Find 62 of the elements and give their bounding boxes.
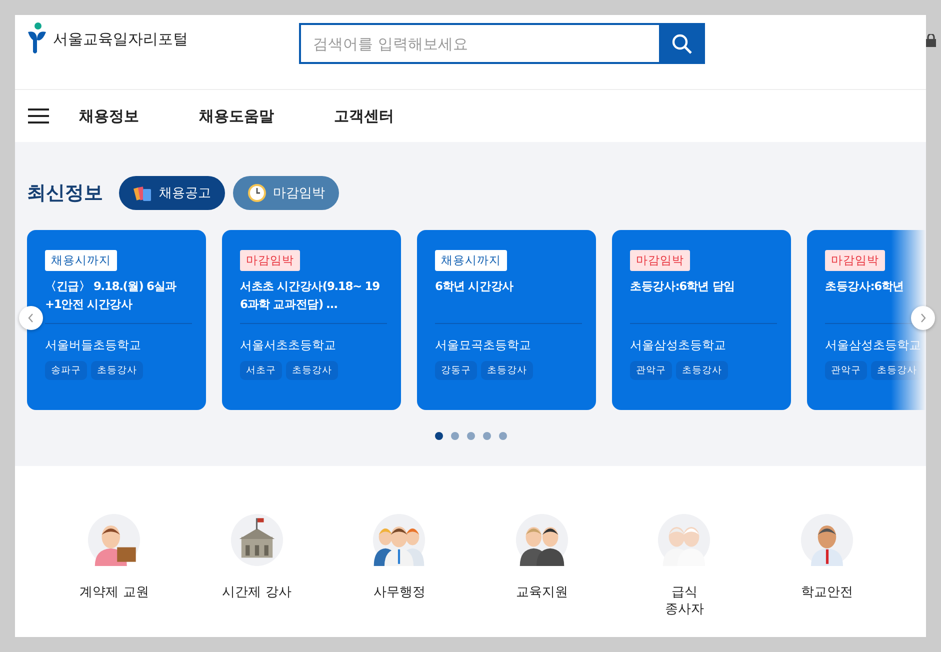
- nav-item[interactable]: 고객센터: [334, 106, 394, 126]
- job-card[interactable]: 마감임박 초등강사:6학년 담임 서울삼성초등학교 관악구 초등강사: [612, 230, 791, 410]
- pagination-dot[interactable]: [466, 432, 474, 440]
- job-title: 6학년 시간강사: [435, 278, 514, 295]
- tag: 송파구: [45, 361, 87, 380]
- status-badge: 마감임박: [240, 250, 300, 271]
- people-icon: [516, 514, 568, 566]
- tag: 강동구: [435, 361, 477, 380]
- category-link[interactable]: 계약제 교원: [80, 584, 149, 601]
- menu-icon[interactable]: [28, 108, 49, 124]
- nav-item[interactable]: 채용정보: [79, 106, 139, 126]
- tag: 초등강사: [286, 361, 338, 380]
- cooks-icon: [658, 514, 710, 566]
- job-title: 서초초 시간강사(9.18~ 19 6과학 교과전담) …: [240, 278, 380, 313]
- logo-text[interactable]: 서울교육일자리포털: [53, 30, 188, 48]
- category-link[interactable]: 교육지원: [516, 584, 568, 601]
- status-badge: 마감임박: [630, 250, 690, 271]
- tab[interactable]: 마감임박: [233, 176, 339, 210]
- tag: 초등강사: [481, 361, 533, 380]
- lock-icon: [925, 34, 937, 47]
- job-card[interactable]: 채용시까지 〈긴급〉 9.18.(월) 6실과 +1안전 시간강사 서울버들초등학교 송파구 초등강사: [27, 230, 206, 410]
- job-title: 초등강사:6학년 담임: [630, 278, 736, 295]
- woman-figure-icon: [88, 514, 140, 566]
- tab[interactable]: 채용공고: [119, 176, 225, 210]
- chevron-right-icon: [918, 313, 928, 323]
- search-button[interactable]: [659, 23, 705, 64]
- status-badge: 마감임박: [825, 250, 885, 271]
- people-icon: [373, 514, 426, 566]
- clock-icon: [247, 183, 267, 203]
- search-field[interactable]: 검색어를 입력해보세요: [299, 23, 659, 64]
- man-figure-icon: [800, 514, 853, 566]
- school-name: 서울버들초등학교: [45, 337, 142, 354]
- tag: 초등강사: [676, 361, 728, 380]
- job-title: 〈긴급〉 9.18.(월) 6실과 +1안전 시간강사: [45, 278, 178, 313]
- tag: 관악구: [825, 361, 867, 380]
- pagination-dot[interactable]: [498, 432, 506, 440]
- nav-item[interactable]: 채용도움말: [199, 106, 274, 126]
- chevron-left-icon: [26, 313, 36, 323]
- school-name: 서울삼성초등학교: [630, 337, 727, 354]
- pagination-dot[interactable]: [434, 432, 442, 440]
- job-card[interactable]: 채용시까지 6학년 시간강사 서울묘곡초등학교 강동구 초등강사: [417, 230, 596, 410]
- search-icon: [671, 32, 693, 54]
- category-link[interactable]: 학교안전: [800, 584, 853, 601]
- category-link[interactable]: 급식 종사자: [664, 584, 704, 618]
- pagination-dot[interactable]: [450, 432, 458, 440]
- job-title: 초등강사:6학년: [825, 278, 906, 295]
- tag: 서초구: [240, 361, 282, 380]
- previous-button[interactable]: [19, 306, 43, 330]
- status-badge: 채용시까지: [45, 250, 117, 271]
- job-card[interactable]: 마감임박 서초초 시간강사(9.18~ 19 6과학 교과전담) … 서울서초초등학교 서초구 초등강사: [222, 230, 401, 410]
- section-title: 최신정보: [27, 181, 103, 206]
- building-icon: [230, 514, 283, 566]
- next-button[interactable]: [911, 306, 935, 330]
- tag: 관악구: [630, 361, 672, 380]
- logo-icon: [27, 22, 47, 56]
- status-badge: 채용시까지: [435, 250, 507, 271]
- category-link[interactable]: 시간제 강사: [222, 584, 292, 601]
- pagination-dot[interactable]: [482, 432, 490, 440]
- school-name: 서울묘곡초등학교: [435, 337, 532, 354]
- school-name: 서울서초초등학교: [240, 337, 337, 354]
- tag: 초등강사: [91, 361, 143, 380]
- category-link[interactable]: 사무행정: [373, 584, 426, 601]
